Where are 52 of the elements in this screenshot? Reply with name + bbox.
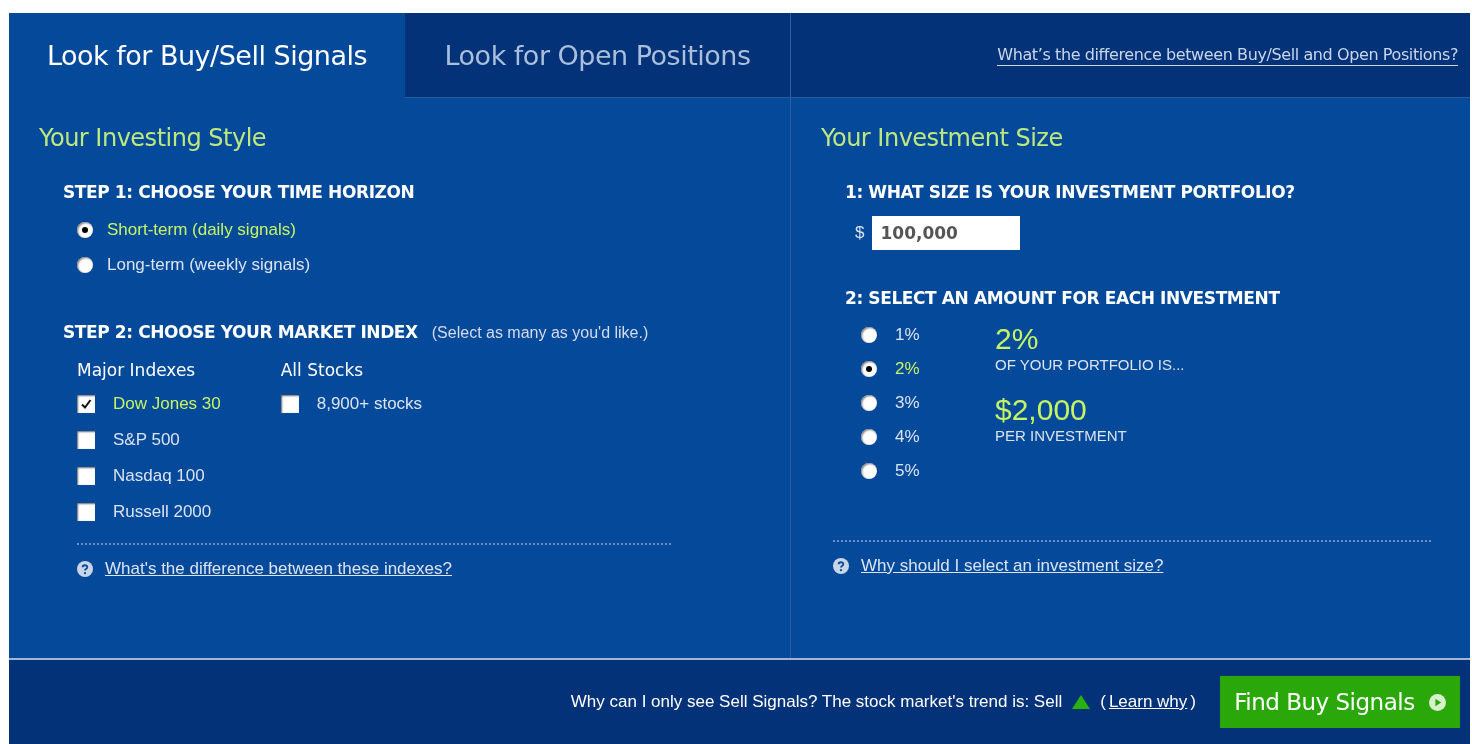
checkbox[interactable] [280, 395, 299, 413]
learn-why-note: ( Learn why ) [1100, 692, 1196, 712]
option-label: 1% [895, 325, 920, 345]
group-title: Major Indexes [77, 360, 197, 382]
option-label: Nasdaq 100 [113, 466, 205, 486]
radio-button[interactable] [861, 361, 877, 377]
option-label: S&P 500 [113, 430, 180, 450]
checkbox[interactable] [77, 467, 95, 485]
option-label: 5% [895, 461, 920, 481]
option-label: Long-term (weekly signals) [107, 254, 311, 275]
amount-caption: PER INVESTMENT [995, 427, 1128, 444]
tab[interactable]: Look for Open Positions [405, 13, 791, 98]
trend-note: Why can I only see Sell Signals? The stock market's trend is: Sell [570, 692, 1063, 712]
help-link[interactable]: What's the difference between these indexes? [105, 559, 452, 579]
option-label: 8,900+ stocks [316, 394, 423, 414]
radio-button[interactable] [861, 429, 877, 445]
currency-symbol: $ [855, 223, 865, 243]
radio-button[interactable] [861, 463, 877, 479]
checkbox[interactable] [77, 431, 95, 449]
section-title: Your Investment Size [821, 124, 1064, 154]
option-label: 3% [895, 393, 920, 413]
checkmark-icon [80, 398, 92, 410]
percent-caption: OF YOUR PORTFOLIO IS... [995, 356, 1185, 373]
step-heading: STEP 1: CHOOSE YOUR TIME HORIZON [63, 182, 416, 202]
difference-link[interactable]: What’s the difference between Buy/Sell and Open Positions? [997, 44, 1458, 66]
radio-button[interactable] [77, 256, 93, 273]
option-label: Dow Jones 30 [113, 394, 221, 414]
step-heading: 2: SELECT AN AMOUNT FOR EACH INVESTMENT [845, 288, 1281, 308]
radio-button[interactable] [861, 395, 877, 411]
checkbox[interactable] [77, 395, 95, 413]
group-title: All Stocks [280, 360, 365, 382]
triangle-up-icon [1072, 695, 1091, 709]
checkbox[interactable] [77, 503, 95, 521]
step-heading: STEP 2: CHOOSE YOUR MARKET INDEX [63, 322, 418, 342]
option-label: 2% [895, 359, 920, 379]
portfolio-size-field[interactable]: 100,000 [872, 216, 1021, 250]
radio-button[interactable] [861, 327, 877, 343]
amount-value: $2,000 [995, 393, 1088, 427]
section-title: Your Investing Style [39, 124, 268, 154]
help-link[interactable]: Why should I select an investment size? [861, 556, 1164, 576]
option-label: 4% [895, 427, 920, 447]
tab[interactable]: Look for Buy/Sell Signals [9, 13, 405, 98]
step-heading: 1: WHAT SIZE IS YOUR INVESTMENT PORTFOLIO? [845, 182, 1296, 202]
radio-button[interactable] [77, 221, 93, 238]
play-icon [1428, 693, 1446, 711]
help-icon [77, 561, 93, 577]
help-icon [833, 558, 849, 574]
step-hint: (Select as many as you'd like.) [431, 324, 649, 342]
option-label: Russell 2000 [113, 502, 212, 522]
option-label: Short-term (daily signals) [107, 219, 296, 240]
learn-why-link[interactable]: Learn why [1108, 692, 1188, 711]
percent-value: 2% [995, 322, 1040, 356]
